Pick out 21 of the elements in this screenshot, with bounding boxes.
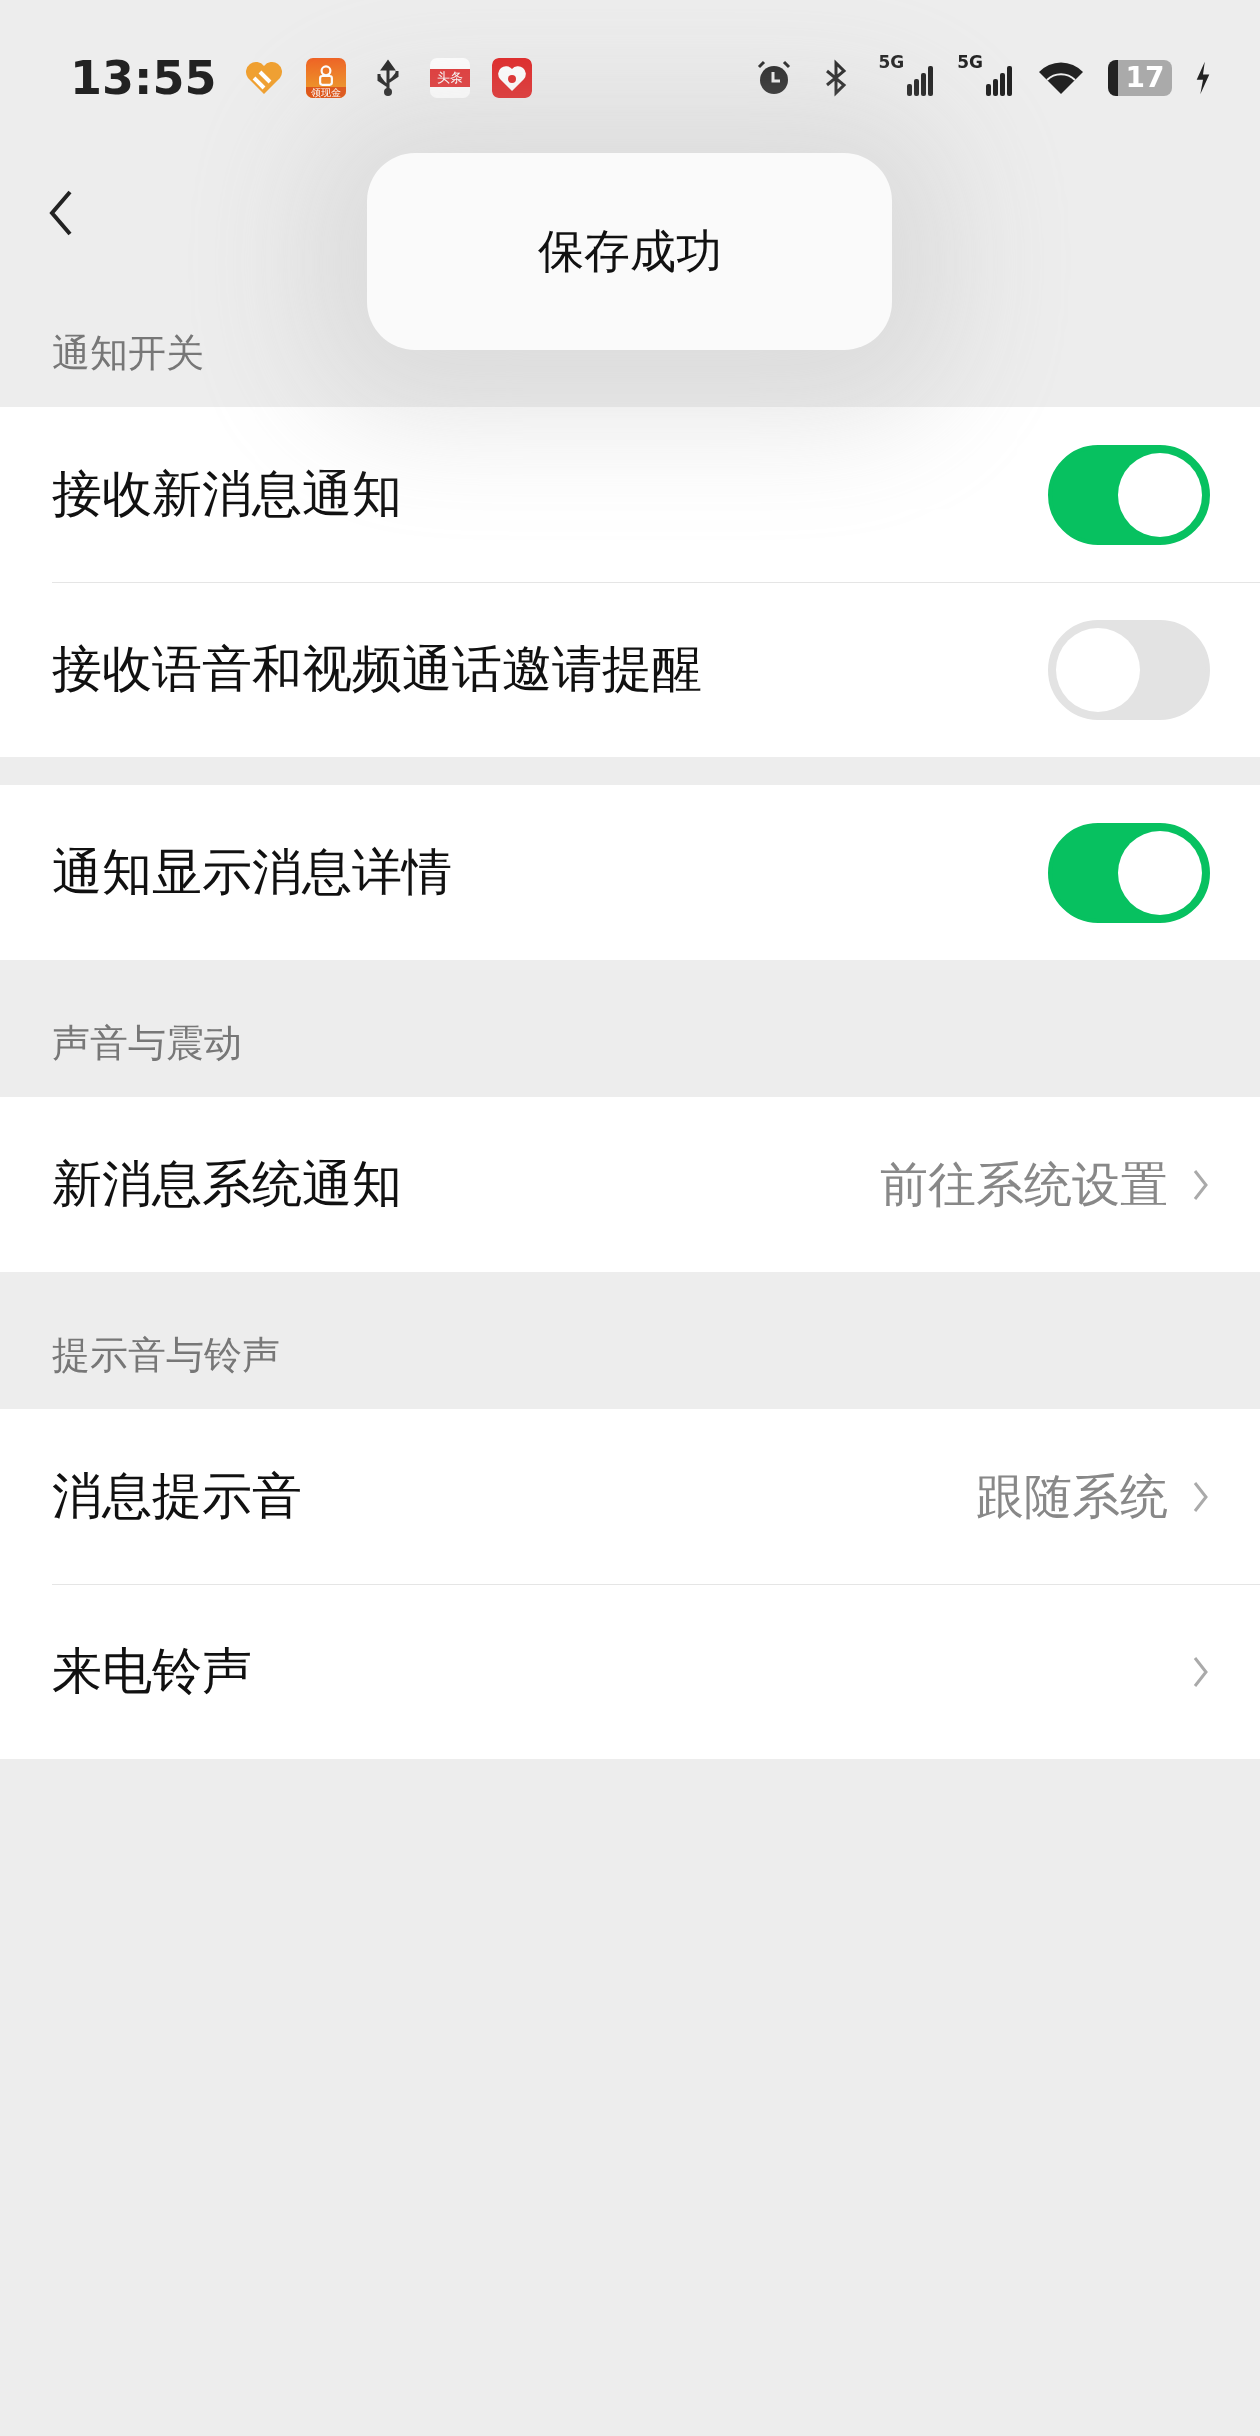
status-time: 13:55 bbox=[70, 50, 217, 105]
setting-label: 接收新消息通知 bbox=[52, 464, 403, 525]
section-header: 通知开关 bbox=[51, 330, 205, 377]
video-app-icon: 领现金 bbox=[306, 57, 347, 98]
setting-value: 跟随系统 bbox=[976, 1466, 1168, 1526]
network-type: 5G bbox=[957, 53, 983, 71]
network-type: 5G bbox=[878, 53, 905, 71]
signal-icon bbox=[905, 63, 936, 98]
signal-icon bbox=[984, 63, 1014, 98]
setting-label: 消息提示音 bbox=[52, 1466, 303, 1527]
setting-label: 通知显示消息详情 bbox=[52, 842, 453, 903]
heart-app-icon bbox=[492, 57, 533, 98]
section-header: 提示音与铃声 bbox=[51, 1332, 281, 1379]
section-header: 声音与震动 bbox=[51, 1020, 243, 1067]
setting-label: 新消息系统通知 bbox=[52, 1154, 403, 1215]
battery-icon: 17 bbox=[1108, 59, 1172, 96]
setting-label: 来电铃声 bbox=[52, 1641, 253, 1702]
setting-value: 前往系统设置 bbox=[880, 1154, 1168, 1214]
news-app-icon: 头条 bbox=[430, 57, 471, 98]
setting-label: 接收语音和视频通话邀请提醒 bbox=[52, 639, 703, 700]
toast: 保存成功 bbox=[367, 153, 892, 350]
